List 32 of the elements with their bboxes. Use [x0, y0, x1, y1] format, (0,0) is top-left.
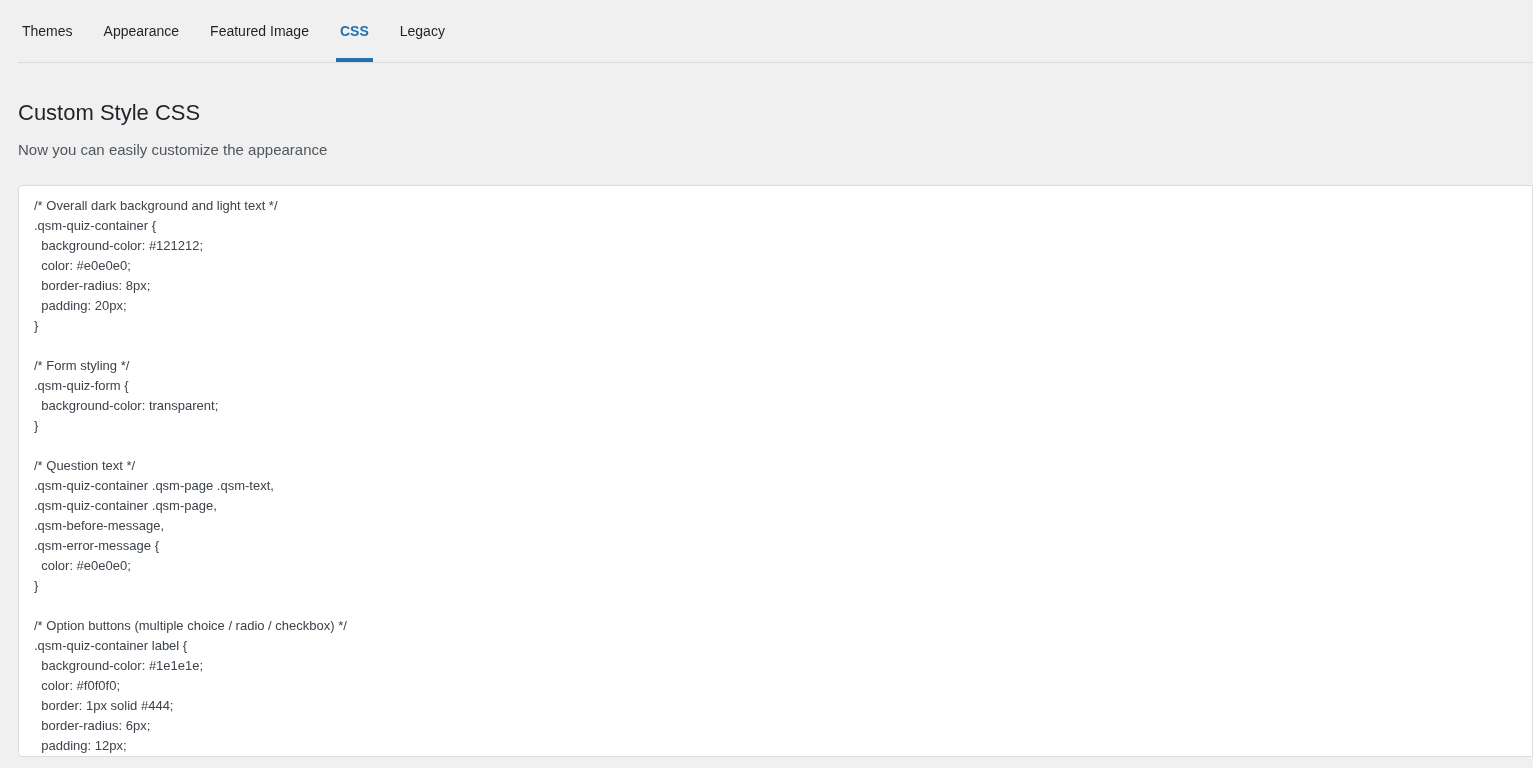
tab[interactable]: Legacy — [395, 0, 449, 62]
tab[interactable]: Featured Image — [206, 0, 313, 62]
code-line: } — [34, 417, 39, 435]
tab[interactable]: Themes — [18, 0, 77, 62]
tab[interactable]: CSS — [335, 0, 373, 62]
code-line: border-radius: 6px; — [40, 717, 151, 735]
tab[interactable]: Appearance — [99, 0, 184, 62]
code-line: color: #e0e0e0; — [40, 257, 131, 275]
code-line: .qsm-quiz-container label { — [34, 637, 188, 655]
code-line: } — [34, 577, 39, 595]
code-line: .qsm-quiz-container .qsm-page, — [34, 497, 217, 515]
code-line: .qsm-quiz-form { — [34, 377, 129, 395]
code-line: background-color: #121212; — [40, 237, 204, 255]
code-line: .qsm-quiz-container .qsm-page .qsm-text, — [34, 477, 274, 495]
code-line: color: #e0e0e0; — [40, 557, 131, 575]
code-line: border-radius: 8px; — [40, 277, 151, 295]
code-line: /* Question text */ — [34, 457, 136, 475]
code-line: .qsm-error-message { — [34, 537, 159, 555]
code-line: /* Form styling */ — [34, 357, 130, 375]
page-heading: Custom Style CSS — [18, 99, 201, 127]
code-line: .qsm-before-message, — [34, 517, 165, 535]
code-line: background-color: #1e1e1e; — [40, 657, 204, 675]
code-line: .qsm-quiz-container { — [34, 217, 157, 235]
code-line: background-color: transparent; — [40, 397, 219, 415]
code-line: /* Overall dark background and light text */ — [34, 197, 278, 215]
code-line: padding: 20px; — [40, 297, 127, 315]
code-line: padding: 12px; — [40, 737, 127, 755]
code-line: border: 1px solid #444; — [40, 697, 174, 715]
code-line: } — [34, 317, 39, 335]
code-line: /* Option buttons (multiple choice / radio / checkbox) */ — [34, 617, 347, 635]
page-description: Now you can easily customize the appearance — [18, 140, 328, 160]
code-line: color: #f0f0f0; — [40, 677, 120, 695]
